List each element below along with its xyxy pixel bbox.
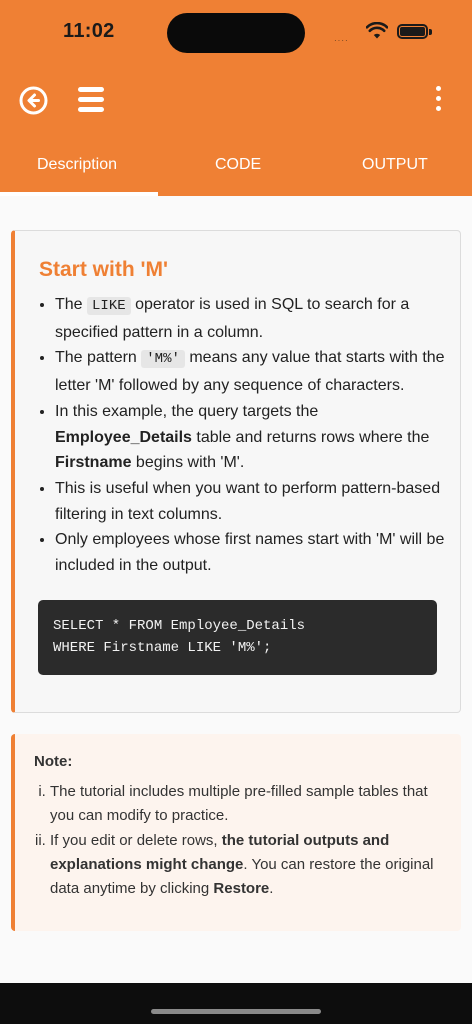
status-time: 11:02 xyxy=(63,20,115,42)
battery-icon xyxy=(397,24,428,39)
code-line: SELECT * FROM Employee_Details xyxy=(53,618,306,634)
tab-code[interactable]: CODE xyxy=(215,156,261,174)
signal-icon: ···· xyxy=(334,36,349,45)
inline-code: LIKE xyxy=(87,297,131,315)
hamburger-menu-icon[interactable] xyxy=(78,87,104,113)
list-item: This is useful when you want to perform … xyxy=(55,476,447,527)
wifi-icon xyxy=(366,22,388,39)
code-line: WHERE Firstname LIKE 'M%'; xyxy=(53,640,272,656)
list-item: In this example, the query targets the E… xyxy=(55,399,447,476)
active-tab-indicator xyxy=(0,192,158,196)
inline-code: 'M%' xyxy=(141,350,185,369)
note-box: Note: The tutorial includes multiple pre… xyxy=(11,734,461,931)
dynamic-island xyxy=(167,13,305,53)
tab-description[interactable]: Description xyxy=(37,156,117,174)
note-list: The tutorial includes multiple pre-fille… xyxy=(50,780,450,901)
description-card: Start with 'M' The LIKE operator is used… xyxy=(11,230,461,713)
note-title: Note: xyxy=(34,753,73,770)
list-item: Only employees whose first names start w… xyxy=(55,527,447,578)
tab-output[interactable]: OUTPUT xyxy=(362,156,428,174)
back-arrow-circle-icon[interactable] xyxy=(19,86,48,115)
list-item: The LIKE operator is used in SQL to sear… xyxy=(55,292,447,345)
description-bullets: The LIKE operator is used in SQL to sear… xyxy=(55,292,447,579)
app-header: 11:02 ···· Description CODE OUTPUT xyxy=(0,0,472,196)
list-item: The pattern 'M%' means any value that st… xyxy=(55,345,447,398)
card-title: Start with 'M' xyxy=(39,258,168,281)
home-indicator[interactable] xyxy=(151,1009,321,1014)
list-item: If you edit or delete rows, the tutorial… xyxy=(50,829,450,902)
list-item: The tutorial includes multiple pre-fille… xyxy=(50,780,450,829)
bottom-bar xyxy=(0,983,472,1024)
battery-tip xyxy=(429,29,432,35)
sql-code-block: SELECT * FROM Employee_Details WHERE Firs… xyxy=(38,600,437,675)
more-vertical-icon[interactable] xyxy=(430,86,446,116)
